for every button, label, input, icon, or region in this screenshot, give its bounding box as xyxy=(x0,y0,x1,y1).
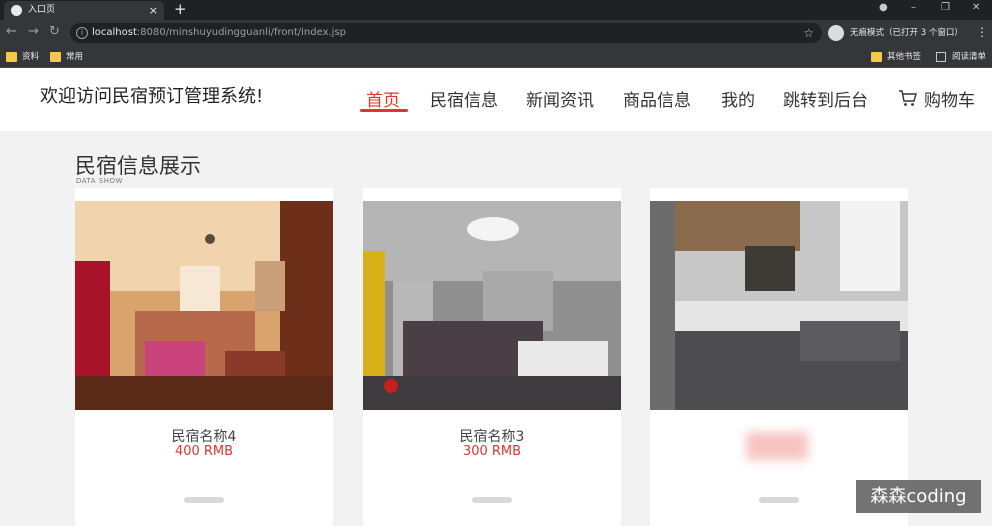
incognito-label: 无痕模式（已打开 3 个窗口） xyxy=(850,28,963,38)
incognito-icon xyxy=(828,25,844,41)
site-header: 欢迎访问民宿预订管理系统! 首页 民宿信息 新闻资讯 商品信息 我的 跳转到后台… xyxy=(0,68,992,131)
section-subtitle: DATA SHOW xyxy=(76,177,123,185)
homestay-photo[interactable] xyxy=(650,201,908,410)
details-link[interactable] xyxy=(472,497,512,503)
bookmark-folder-other[interactable]: 其他书签 xyxy=(871,50,921,64)
reload-button[interactable]: ↻ xyxy=(49,24,60,39)
site-title: 欢迎访问民宿预订管理系统! xyxy=(40,86,264,107)
details-link[interactable] xyxy=(759,497,799,503)
homestay-card[interactable]: 民宿名称4 400 RMB xyxy=(75,188,333,526)
reading-list[interactable]: 阅读清单 xyxy=(936,50,986,64)
section-title: 民宿信息展示 xyxy=(75,154,201,178)
restore-button[interactable]: ❐ xyxy=(941,2,950,13)
nav-cart[interactable]: 购物车 xyxy=(924,86,975,111)
incognito-indicator[interactable]: 无痕模式（已打开 3 个窗口） xyxy=(828,24,963,42)
cart-icon[interactable] xyxy=(898,89,918,107)
nav-news[interactable]: 新闻资讯 xyxy=(526,86,594,111)
folder-icon xyxy=(50,52,61,62)
bookmark-folder-changyong[interactable]: 常用 xyxy=(50,50,83,64)
nav-mine[interactable]: 我的 xyxy=(721,86,755,111)
toolbar: ← → ↻ i localhost:8080/minshuyudingguanl… xyxy=(0,20,992,46)
bookmark-star-icon[interactable]: ☆ xyxy=(803,23,814,43)
menu-icon[interactable]: ⋮ xyxy=(976,25,988,39)
folder-icon xyxy=(871,52,882,62)
homestay-price-blurred xyxy=(746,432,808,460)
tab-search-icon[interactable]: ● xyxy=(879,2,888,13)
nav-homestay-info[interactable]: 民宿信息 xyxy=(430,86,498,111)
nav-products[interactable]: 商品信息 xyxy=(623,86,691,111)
bookmark-label: 资料 xyxy=(22,52,40,62)
address-bar[interactable]: i localhost:8080/minshuyudingguanli/fron… xyxy=(70,23,822,43)
close-window-button[interactable]: ✕ xyxy=(972,2,980,13)
bookmarks-bar: 资料 常用 其他书签 阅读清单 xyxy=(0,46,992,68)
details-link[interactable] xyxy=(184,497,224,503)
site-info-icon[interactable]: i xyxy=(76,27,88,39)
bookmark-folder-ziliao[interactable]: 资料 xyxy=(6,50,39,64)
bookmark-label: 阅读清单 xyxy=(952,52,987,62)
homestay-card[interactable] xyxy=(650,188,908,526)
homestay-name: 民宿名称3 xyxy=(459,429,525,445)
nav-admin[interactable]: 跳转到后台 xyxy=(783,86,868,111)
browser-chrome: 入口页 × + ● – ❐ ✕ ← → ↻ i localhost:8080/m… xyxy=(0,0,992,68)
reading-list-icon xyxy=(936,52,946,62)
globe-icon xyxy=(11,5,22,16)
homestay-name: 民宿名称4 xyxy=(171,429,237,445)
homestay-photo[interactable] xyxy=(75,201,333,410)
homestay-photo[interactable] xyxy=(363,201,621,410)
nav-home[interactable]: 首页 xyxy=(366,86,400,111)
new-tab-button[interactable]: + xyxy=(174,0,187,18)
close-tab-icon[interactable]: × xyxy=(149,1,158,20)
watermark: 森森coding xyxy=(856,480,981,513)
homestay-price: 300 RMB xyxy=(462,444,522,459)
nav-active-indicator xyxy=(360,109,408,112)
url-path: :8080/minshuyudingguanli/front/index.jsp xyxy=(136,27,346,38)
back-button[interactable]: ← xyxy=(6,24,17,39)
browser-tab[interactable]: 入口页 × xyxy=(4,1,164,20)
bookmark-label: 其他书签 xyxy=(887,52,922,62)
minimize-button[interactable]: – xyxy=(911,2,916,13)
url-host: localhost xyxy=(92,27,137,38)
homestay-price: 400 RMB xyxy=(174,444,234,459)
folder-icon xyxy=(6,52,17,62)
bookmark-label: 常用 xyxy=(66,52,84,62)
forward-button[interactable]: → xyxy=(28,24,39,39)
tab-title: 入口页 xyxy=(28,5,56,15)
homestay-card[interactable]: 民宿名称3 300 RMB xyxy=(363,188,621,526)
tab-bar: 入口页 × + ● – ❐ ✕ xyxy=(0,0,992,20)
